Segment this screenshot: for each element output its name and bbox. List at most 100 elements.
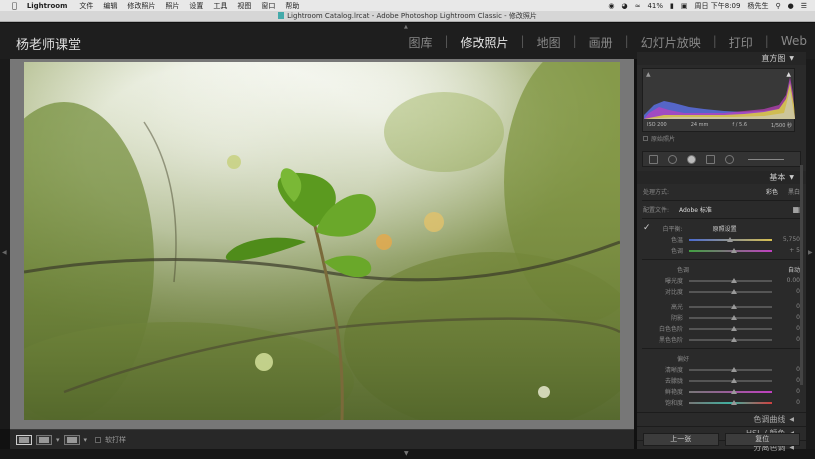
profile-browser-icon[interactable]: ▦ [792, 205, 800, 214]
status-circle-icon[interactable]: ◉ [608, 2, 614, 10]
user-name[interactable]: 杨先生 [747, 1, 768, 11]
main-photo[interactable] [24, 62, 620, 420]
right-panel-toggle-icon[interactable]: ▶ [808, 249, 813, 256]
exposure-slider-knob[interactable] [730, 277, 737, 283]
loupe-view-icon[interactable] [16, 434, 32, 445]
spot-removal-icon[interactable] [668, 154, 677, 164]
list-icon[interactable]: ☰ [801, 2, 807, 10]
module-book[interactable]: 画册 [589, 34, 613, 51]
right-panel-edge[interactable]: ▶ [806, 59, 815, 449]
temp-slider-knob[interactable] [727, 236, 734, 242]
blacks-value[interactable]: 0 [776, 336, 800, 343]
input-method-icon[interactable]: ▣ [681, 2, 688, 10]
saturation-value[interactable]: 0 [776, 399, 800, 406]
blacks-slider[interactable] [689, 336, 772, 342]
contrast-slider-knob[interactable] [730, 288, 737, 294]
menu-window[interactable]: 窗口 [261, 1, 275, 11]
shadows-slider[interactable] [689, 314, 772, 320]
vibrance-value[interactable]: 0 [776, 388, 800, 395]
left-panel-toggle-icon[interactable]: ◀ [2, 249, 7, 256]
battery-icon[interactable]: ▮ [670, 2, 674, 10]
profile-dropdown[interactable]: Adobe 标准 [679, 205, 792, 214]
apple-icon[interactable]:  [12, 1, 17, 10]
top-panel-toggle-icon[interactable]: ▲ [404, 24, 410, 30]
contrast-slider[interactable] [689, 288, 772, 294]
whites-slider[interactable] [689, 325, 772, 331]
menu-view[interactable]: 视图 [237, 1, 251, 11]
menu-file[interactable]: 文件 [79, 1, 93, 11]
blacks-slider-knob[interactable] [730, 336, 737, 342]
menu-develop[interactable]: 修改照片 [127, 1, 155, 11]
treatment-bw-option[interactable]: 黑白 [788, 187, 800, 196]
menu-app-name[interactable]: Lightroom [27, 2, 68, 10]
vibrance-slider[interactable] [689, 388, 772, 394]
menu-edit[interactable]: 编辑 [103, 1, 117, 11]
before-after-tb-icon[interactable] [63, 434, 80, 445]
exposure-slider[interactable] [689, 277, 772, 283]
vibrance-slider-knob[interactable] [730, 388, 737, 394]
gauge-icon[interactable]: ◕ [621, 2, 627, 10]
whites-slider-knob[interactable] [730, 325, 737, 331]
highlights-slider[interactable] [689, 303, 772, 309]
panel-tone-curve[interactable]: 色调曲线 ◀ [637, 412, 806, 426]
tint-slider[interactable] [689, 247, 772, 253]
wifi-icon[interactable]: ≈ [635, 2, 641, 10]
treatment-color-option[interactable]: 彩色 [766, 187, 778, 196]
exposure-value[interactable]: 0.00 [776, 277, 800, 284]
previous-button[interactable]: 上一张 [643, 432, 719, 446]
search-icon[interactable]: ⚲ [775, 2, 780, 10]
texture-value[interactable]: 0 [776, 366, 800, 373]
brush-size-slider[interactable] [748, 158, 784, 160]
menu-settings[interactable]: 设置 [189, 1, 203, 11]
texture-slider-knob[interactable] [730, 366, 737, 372]
module-develop[interactable]: 修改照片 [461, 34, 509, 51]
dehaze-slider[interactable] [689, 377, 772, 383]
histogram-header[interactable]: 直方图 ▼ [637, 52, 806, 65]
dropdown-arrow-icon[interactable]: ▾ [84, 436, 88, 444]
crop-tool-icon[interactable] [649, 154, 658, 164]
redeye-icon[interactable] [687, 154, 696, 164]
wb-eyedropper-icon[interactable]: ✓ [643, 223, 651, 233]
module-slideshow[interactable]: 幻灯片放映 [641, 34, 701, 51]
dehaze-slider-knob[interactable] [730, 377, 737, 383]
module-map[interactable]: 地图 [537, 34, 561, 51]
histogram[interactable]: ▲ ▲ ISO 200 24 mm f / 5.6 1/500 秒 [642, 68, 795, 132]
temp-value[interactable]: 5,750 [776, 236, 800, 243]
highlights-slider-knob[interactable] [730, 303, 737, 309]
left-panel-edge[interactable]: ◀ [0, 59, 10, 429]
shadows-slider-knob[interactable] [730, 314, 737, 320]
contrast-value[interactable]: 0 [776, 288, 800, 295]
graduated-filter-icon[interactable] [706, 154, 715, 164]
collapse-triangle-icon[interactable]: ▼ [789, 174, 794, 181]
tint-value[interactable]: + 5 [776, 247, 800, 254]
tint-slider-knob[interactable] [730, 247, 737, 253]
softproof-checkbox[interactable] [95, 436, 102, 443]
original-photo-toggle[interactable]: 原始照片 [637, 132, 806, 145]
shadows-value[interactable]: 0 [776, 314, 800, 321]
siri-icon[interactable]: ● [788, 2, 794, 10]
clock[interactable]: 周日 下午8:09 [695, 1, 741, 11]
menu-tools[interactable]: 工具 [213, 1, 227, 11]
menu-photo[interactable]: 照片 [165, 1, 179, 11]
module-print[interactable]: 打印 [729, 34, 753, 51]
menu-help[interactable]: 帮助 [285, 1, 299, 11]
dropdown-arrow-icon[interactable]: ▾ [56, 436, 60, 444]
original-photo-checkbox[interactable] [643, 136, 648, 141]
highlights-value[interactable]: 0 [776, 303, 800, 310]
temp-slider[interactable] [689, 236, 772, 242]
filmstrip-toggle-icon[interactable]: ▼ [404, 450, 409, 457]
saturation-slider-knob[interactable] [730, 399, 737, 405]
before-after-lr-icon[interactable] [36, 434, 52, 445]
whites-value[interactable]: 0 [776, 325, 800, 332]
auto-tone-button[interactable]: 自动 [788, 265, 800, 274]
dehaze-value[interactable]: 0 [776, 377, 800, 384]
panel-scrollbar[interactable] [800, 165, 803, 385]
collapse-triangle-icon[interactable]: ▼ [789, 55, 794, 62]
expand-triangle-icon[interactable]: ◀ [789, 416, 794, 423]
reset-button[interactable]: 复位 [724, 432, 800, 446]
texture-slider[interactable] [689, 366, 772, 372]
saturation-slider[interactable] [689, 399, 772, 405]
module-library[interactable]: 图库 [408, 34, 432, 51]
wb-dropdown[interactable]: 原照设置 [713, 224, 737, 233]
module-web[interactable]: Web [781, 34, 807, 51]
